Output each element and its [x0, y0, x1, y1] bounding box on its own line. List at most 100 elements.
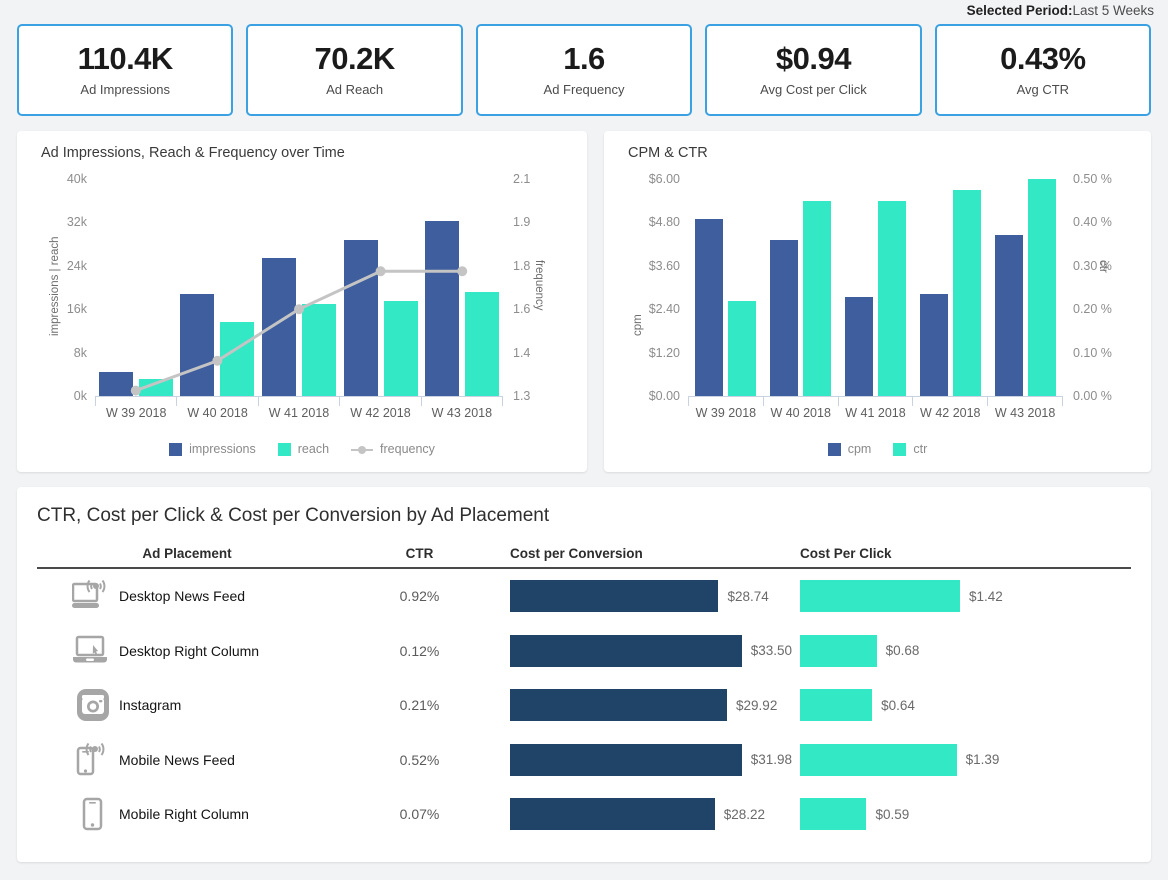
bar-impressions[interactable]	[425, 220, 460, 396]
y2-axis-tick: 0.20 %	[1073, 302, 1112, 317]
legend-swatch-reach-icon	[277, 442, 291, 456]
y-axis-tick: 32k	[66, 215, 87, 230]
legend-item-impressions[interactable]: impressions	[169, 442, 256, 456]
legend-swatch-cpm-icon	[827, 442, 841, 456]
bar-cpm[interactable]	[995, 235, 1023, 396]
cost-per-conversion-bar[interactable]	[510, 798, 715, 831]
table-row[interactable]: Instagram 0.21% $29.92 $0.64	[37, 678, 1131, 733]
bar-reach[interactable]	[465, 292, 500, 396]
y2-axis-tick: 1.3	[513, 389, 531, 403]
cost-per-click-bar[interactable]	[800, 634, 877, 667]
x-axis-label: W 39 2018	[695, 406, 757, 420]
bar-cpm[interactable]	[845, 296, 873, 396]
x-axis-cell: W 40 2018	[176, 397, 257, 420]
selected-period-label: Selected Period:	[966, 3, 1073, 18]
bar-impressions[interactable]	[180, 294, 215, 396]
cost-per-conversion-value: $29.92	[736, 697, 778, 713]
y-axis-tick: 16k	[66, 302, 87, 317]
dashboard-page: Selected Period:Last 5 Weeks 110.4K Ad Im…	[0, 0, 1168, 880]
cost-per-conversion-bar[interactable]	[510, 634, 742, 667]
bar-impressions[interactable]	[261, 258, 296, 396]
bar-group	[988, 179, 1063, 396]
desktop-news-feed-icon	[67, 579, 119, 613]
placement-name: Instagram	[119, 697, 182, 714]
column-header-ctr[interactable]: CTR	[337, 546, 502, 567]
bar-impressions[interactable]	[98, 372, 133, 396]
kpi-card-ad-reach[interactable]: 70.2K Ad Reach	[246, 24, 463, 116]
x-axis-cell: W 39 2018	[95, 397, 176, 420]
x-axis-label: W 41 2018	[268, 406, 330, 420]
x-axis: W 39 2018 W 40 2018 W 41 2018 W 42 2018 W 43…	[95, 396, 504, 420]
selected-period: Selected Period:Last 5 Weeks	[967, 3, 1154, 18]
table-row[interactable]: Desktop News Feed 0.92% $28.74 $1.42	[37, 569, 1131, 624]
x-axis-cell: W 41 2018	[257, 397, 339, 420]
table-row[interactable]: Mobile Right Column 0.07% $28.22 $0.59	[37, 787, 1131, 842]
bar-ctr[interactable]	[953, 189, 981, 396]
legend-item-reach[interactable]: reach	[277, 442, 329, 456]
bar-group	[340, 179, 422, 396]
cost-per-conversion-bar[interactable]	[510, 743, 742, 776]
selected-period-value[interactable]: Last 5 Weeks	[1072, 3, 1154, 18]
ctr-value: 0.92%	[399, 588, 440, 605]
bar-reach[interactable]	[383, 301, 418, 396]
ctr-value: 0.52%	[399, 751, 440, 768]
bar-ctr[interactable]	[1028, 179, 1056, 396]
y-axis-tick: $3.60	[648, 258, 680, 273]
legend-item-cpm[interactable]: cpm	[827, 442, 871, 456]
plot-impressions[interactable]: 0k 8k 16k 24k 32k 40k 1.3 1.4 1.6 1.8 1.9 2.1 impres…	[49, 172, 545, 420]
bar-cpm[interactable]	[920, 294, 948, 396]
kpi-label: Avg Cost per Click	[760, 82, 867, 98]
cost-per-conversion-bar[interactable]	[510, 689, 728, 722]
kpi-card-avg-cost-per-click[interactable]: $0.94 Avg Cost per Click	[705, 24, 922, 116]
cost-per-click-bar[interactable]	[800, 689, 873, 722]
kpi-card-ad-impressions[interactable]: 110.4K Ad Impressions	[17, 24, 234, 116]
table-row[interactable]: Mobile News Feed 0.52% $31.98 $1.39	[37, 733, 1131, 788]
bar-ctr[interactable]	[878, 200, 906, 396]
cost-per-click-bar[interactable]	[800, 743, 957, 776]
bar-ctr[interactable]	[803, 200, 831, 396]
x-axis-cell: W 42 2018	[912, 397, 987, 420]
x-axis-cell: W 43 2018	[420, 397, 504, 420]
kpi-value: 110.4K	[77, 40, 174, 76]
bar-reach[interactable]	[220, 322, 255, 396]
legend-item-ctr[interactable]: ctr	[893, 442, 927, 456]
x-axis-cell: W 40 2018	[762, 397, 838, 420]
bar-reach[interactable]	[301, 303, 336, 396]
mobile-right-column-icon	[67, 796, 119, 832]
kpi-card-ad-frequency[interactable]: 1.6 Ad Frequency	[475, 24, 693, 116]
y-axis-title: impressions | reach	[49, 236, 61, 336]
column-header-cost-per-conversion[interactable]: Cost per Conversion	[502, 546, 792, 567]
bar-cpm[interactable]	[770, 240, 798, 396]
cost-per-click-value: $0.68	[885, 643, 920, 659]
table-row[interactable]: Desktop Right Column 0.12% $33.50 $0.68	[37, 624, 1131, 679]
kpi-label: Ad Frequency	[543, 82, 625, 98]
y-axis-tick: 0k	[73, 389, 87, 403]
cost-per-click-cell: $0.68	[792, 634, 1131, 667]
chart-title-impressions: Ad Impressions, Reach & Frequency over T…	[41, 145, 345, 161]
bar-reach[interactable]	[138, 379, 173, 396]
column-header-cost-per-click[interactable]: Cost Per Click	[792, 546, 1131, 567]
bar-ctr[interactable]	[728, 300, 756, 396]
chart-card-cpm-ctr: CPM & CTR $0.00 $1.20 $2.40 $3.60 $4.80 $6.00…	[604, 131, 1151, 472]
y-axis-tick: $1.20	[648, 345, 680, 360]
cost-per-click-cell: $1.39	[792, 743, 1131, 776]
cost-per-click-cell: $0.59	[792, 798, 1131, 831]
legend-swatch-ctr-icon	[893, 442, 907, 456]
kpi-card-avg-ctr[interactable]: 0.43% Avg CTR	[934, 24, 1152, 116]
placement-table-card: CTR, Cost per Click & Cost per Conversio…	[17, 487, 1151, 862]
kpi-value: 70.2K	[314, 40, 395, 76]
cost-per-conversion-bar[interactable]	[510, 580, 719, 613]
column-header-ad-placement[interactable]: Ad Placement	[37, 546, 337, 567]
y2-axis-tick: 0.10 %	[1073, 345, 1112, 360]
bar-impressions[interactable]	[343, 239, 378, 396]
placement-cell: Mobile News Feed	[37, 742, 337, 778]
bar-cpm[interactable]	[695, 218, 723, 396]
plot-cpm-ctr[interactable]: $0.00 $1.20 $2.40 $3.60 $4.80 $6.00 0.00 % 0.10…	[632, 172, 1112, 420]
y2-axis-title: frequency	[533, 259, 545, 311]
placement-cell: Instagram	[37, 687, 337, 723]
kpi-value: 1.6	[563, 40, 605, 76]
legend-item-frequency[interactable]: frequency	[351, 442, 435, 456]
cost-per-click-bar[interactable]	[800, 798, 867, 831]
x-axis-label: W 40 2018	[770, 406, 831, 420]
cost-per-click-bar[interactable]	[800, 580, 960, 613]
